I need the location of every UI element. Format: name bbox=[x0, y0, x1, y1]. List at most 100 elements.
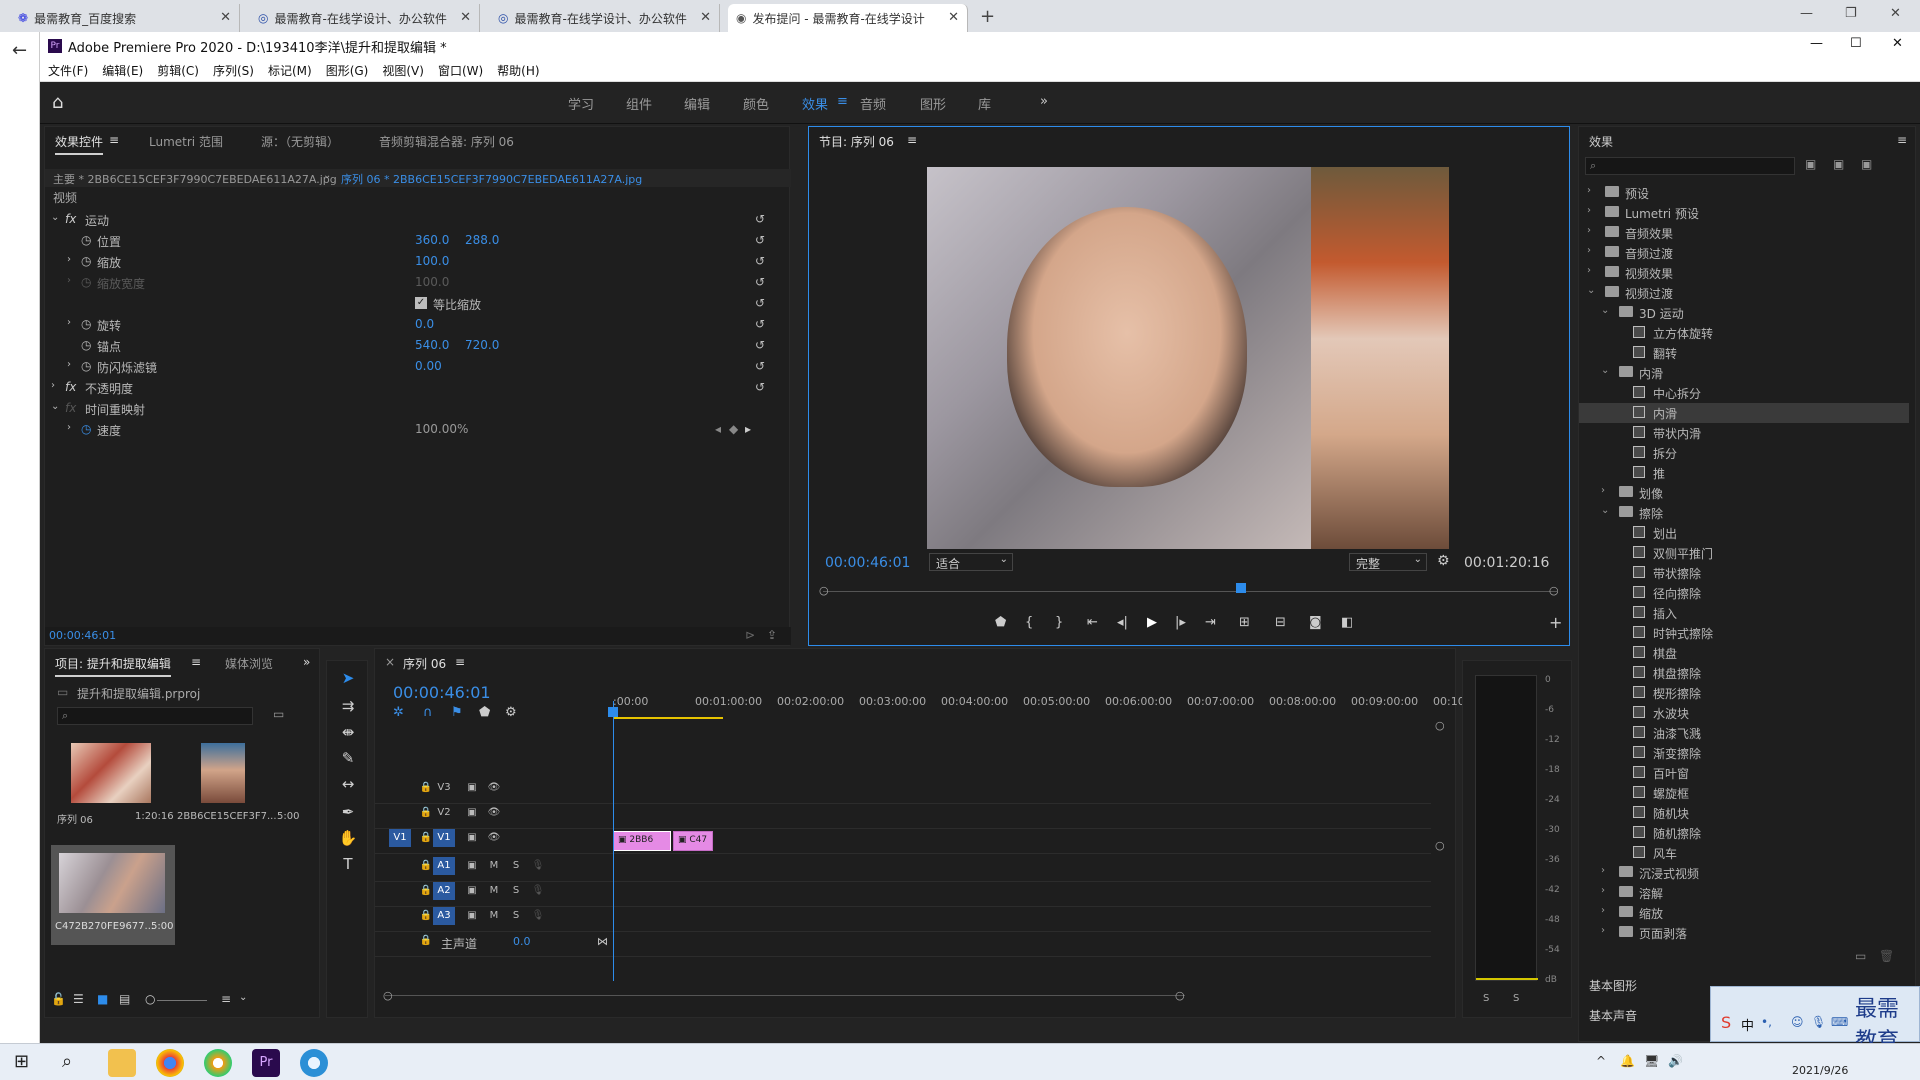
reset-icon[interactable]: ↺ bbox=[755, 338, 765, 352]
effects-folder[interactable]: › 音频过渡 bbox=[1579, 243, 1909, 263]
sync-lock-icon[interactable]: ▣ bbox=[461, 804, 483, 822]
essential-graphics-tab[interactable]: 基本图形 bbox=[1589, 977, 1637, 994]
scale-value[interactable]: 100.0 bbox=[415, 254, 449, 268]
program-playhead[interactable] bbox=[1236, 583, 1247, 593]
position-y-value[interactable]: 288.0 bbox=[465, 233, 499, 247]
vertical-scroll-handle[interactable]: ○ bbox=[1435, 719, 1445, 732]
selection-tool-icon[interactable]: ➤ bbox=[337, 669, 359, 691]
effects-folder[interactable]: › 视频效果 bbox=[1579, 263, 1909, 283]
sequence-clip-label[interactable]: 序列 06 * 2BB6CE15CEF3F7990C7EBEDAE611A27A… bbox=[341, 171, 642, 187]
sync-lock-icon[interactable]: ▣ bbox=[461, 829, 483, 847]
browser-tab-1[interactable]: ❁ 最需教育_百度搜索 ✕ bbox=[10, 4, 240, 32]
more-workspaces-icon[interactable]: » bbox=[1040, 94, 1048, 109]
sogou-icon[interactable]: S bbox=[1721, 1013, 1731, 1032]
effects-folder[interactable]: ⌄ 内滑 bbox=[1579, 363, 1909, 383]
microphone-icon[interactable]: 🎙 bbox=[527, 882, 549, 900]
effects-item[interactable]: 中心拆分 bbox=[1579, 383, 1909, 403]
new-bin-icon[interactable]: ▭ bbox=[273, 707, 284, 721]
timeline-timecode[interactable]: 00:00:46:01 bbox=[393, 683, 491, 702]
chevron-down-icon[interactable]: ⌄ bbox=[1587, 285, 1595, 296]
chevron-right-icon[interactable]: › bbox=[1587, 185, 1591, 196]
scroll-start-handle[interactable]: ○ bbox=[383, 989, 393, 1002]
sync-lock-icon[interactable]: ▣ bbox=[461, 857, 483, 875]
mark-out-icon[interactable]: } bbox=[1055, 615, 1063, 630]
reset-icon[interactable]: ↺ bbox=[755, 254, 765, 268]
stopwatch-icon[interactable]: ◷ bbox=[81, 254, 91, 268]
menu-clip[interactable]: 剪辑(C) bbox=[157, 62, 199, 79]
effects-item[interactable]: 径向擦除 bbox=[1579, 583, 1909, 603]
ripple-edit-tool-icon[interactable]: ⇼ bbox=[337, 723, 359, 745]
vertical-scroll-handle[interactable]: ○ bbox=[1435, 839, 1445, 852]
reset-icon[interactable]: ↺ bbox=[755, 317, 765, 331]
playhead-timecode[interactable]: 00:00:46:01 bbox=[825, 555, 910, 571]
menu-graphics[interactable]: 图形(G) bbox=[326, 62, 369, 79]
effects-folder[interactable]: › 音频效果 bbox=[1579, 223, 1909, 243]
scroll-end-handle[interactable]: ○ bbox=[1175, 989, 1185, 1002]
workspace-libraries[interactable]: 库 bbox=[978, 94, 991, 113]
panel-menu-icon[interactable]: ≡ bbox=[907, 133, 917, 147]
restore-icon[interactable]: ❐ bbox=[1845, 6, 1857, 21]
taskbar-date[interactable]: 2021/9/26 bbox=[1792, 1064, 1848, 1077]
effects-item[interactable]: 风车 bbox=[1579, 843, 1909, 863]
effects-folder[interactable]: › 预设 bbox=[1579, 183, 1909, 203]
close-tab-icon[interactable]: × bbox=[385, 655, 395, 669]
effects-item[interactable]: 推 bbox=[1579, 463, 1909, 483]
effects-folder[interactable]: › 划像 bbox=[1579, 483, 1909, 503]
track-label[interactable]: V2 bbox=[433, 804, 455, 822]
back-arrow-icon[interactable]: ← bbox=[12, 40, 27, 61]
effects-folder[interactable]: ⌄ 视频过渡 bbox=[1579, 283, 1909, 303]
sync-lock-icon[interactable]: ▣ bbox=[461, 779, 483, 797]
chevron-right-icon[interactable]: › bbox=[1601, 885, 1605, 896]
chevron-down-icon[interactable]: ⌄ bbox=[51, 212, 59, 223]
menu-help[interactable]: 帮助(H) bbox=[497, 62, 539, 79]
stopwatch-icon[interactable]: ◷ bbox=[81, 359, 91, 373]
notification-bell-icon[interactable]: 🔔 bbox=[1620, 1054, 1635, 1068]
eye-icon[interactable]: 👁 bbox=[483, 779, 505, 797]
more-panels-icon[interactable]: » bbox=[303, 655, 310, 669]
effects-folder[interactable]: › 页面剥落 bbox=[1579, 923, 1909, 943]
windows-start-icon[interactable]: ⊞ bbox=[14, 1051, 29, 1072]
list-view-icon[interactable]: ☰ bbox=[73, 992, 84, 1006]
export-frame-icon[interactable]: ◙ bbox=[1309, 615, 1322, 630]
reset-icon[interactable]: ↺ bbox=[755, 296, 765, 310]
horizontal-zoom-scroll[interactable] bbox=[385, 995, 1185, 996]
effects-item[interactable]: 楔形擦除 bbox=[1579, 683, 1909, 703]
workspace-menu-icon[interactable]: ≡ bbox=[837, 94, 848, 109]
project-item-sequence[interactable]: 序列 06 1:20:16 bbox=[51, 741, 175, 843]
chevron-down-icon[interactable]: ⌄ bbox=[1601, 365, 1609, 376]
play-icon[interactable]: ▶ bbox=[1147, 615, 1157, 630]
track-select-tool-icon[interactable]: ⇉ bbox=[337, 697, 359, 719]
keyboard-icon[interactable]: ⌨ bbox=[1831, 1015, 1848, 1029]
effects-item[interactable]: 水波块 bbox=[1579, 703, 1909, 723]
speed-value[interactable]: 100.00% bbox=[415, 422, 468, 436]
step-back-icon[interactable]: ◂| bbox=[1117, 615, 1128, 630]
browser-tab-3[interactable]: ◎ 最需教育-在线学设计、办公软件 ✕ bbox=[490, 4, 720, 32]
ec-timecode[interactable]: 00:00:46:01 bbox=[49, 629, 116, 642]
tab-project[interactable]: 项目: 提升和提取编辑 bbox=[55, 655, 171, 677]
effects-folder[interactable]: › Lumetri 预设 bbox=[1579, 203, 1909, 223]
menu-sequence[interactable]: 序列(S) bbox=[213, 62, 254, 79]
chevron-right-icon[interactable]: › bbox=[67, 254, 71, 265]
chevron-right-icon[interactable]: › bbox=[1601, 865, 1605, 876]
add-marker-icon[interactable]: ⬟ bbox=[479, 705, 490, 720]
workspace-editing[interactable]: 编辑 bbox=[684, 94, 710, 113]
stopwatch-icon[interactable]: ◷ bbox=[81, 338, 91, 352]
effects-item[interactable]: 随机擦除 bbox=[1579, 823, 1909, 843]
accelerated-effects-icon[interactable]: ▣ bbox=[1805, 157, 1816, 171]
fx-badge-icon[interactable]: fx bbox=[65, 212, 76, 226]
scrub-start-handle[interactable]: ○ bbox=[819, 584, 829, 597]
workspace-color[interactable]: 颜色 bbox=[743, 94, 769, 113]
effects-item[interactable]: 渐变擦除 bbox=[1579, 743, 1909, 763]
eye-icon[interactable]: 👁 bbox=[483, 804, 505, 822]
effects-item[interactable]: 拆分 bbox=[1579, 443, 1909, 463]
chevron-right-icon[interactable]: › bbox=[67, 317, 71, 328]
stopwatch-icon[interactable]: ◷ bbox=[81, 317, 91, 331]
icon-view-icon[interactable]: ■ bbox=[97, 992, 108, 1006]
premiere-taskbar-icon[interactable]: Pr bbox=[252, 1049, 280, 1077]
menu-view[interactable]: 视图(V) bbox=[382, 62, 424, 79]
timeline-clip[interactable]: ▣ C47 bbox=[673, 831, 713, 851]
workspace-effects[interactable]: 效果 bbox=[802, 94, 828, 113]
chevron-right-icon[interactable]: › bbox=[67, 359, 71, 370]
menu-file[interactable]: 文件(F) bbox=[48, 62, 88, 79]
anchor-x-value[interactable]: 540.0 bbox=[415, 338, 449, 352]
